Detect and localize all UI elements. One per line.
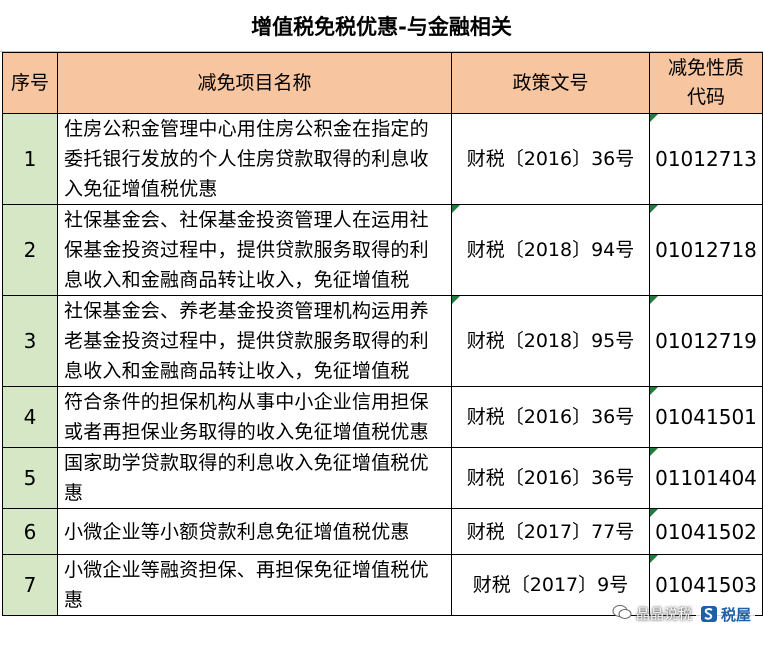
brand-s-icon: [700, 606, 717, 622]
name-cell[interactable]: 住房公积金管理中心用住房公积金在指定的委托银行发放的个人住房贷款取得的利息收入免…: [57, 113, 452, 205]
policy-cell[interactable]: 财税〔2017〕77号: [451, 508, 650, 555]
corner-marker: [452, 205, 460, 213]
corner-marker: [650, 387, 658, 395]
code-cell[interactable]: 01012719: [649, 295, 763, 387]
table-row: 1 住房公积金管理中心用住房公积金在指定的委托银行发放的个人住房贷款取得的利息收…: [2, 113, 763, 205]
name-cell[interactable]: 国家助学贷款取得的利息收入免征增值税优惠: [57, 447, 452, 509]
header-code-line2: 代码: [686, 86, 725, 108]
code-value: 01041501: [655, 405, 757, 429]
policy-value: 财税〔2018〕95号: [466, 330, 635, 352]
table-row: 6 小微企业等小额贷款利息免征增值税优惠 财税〔2017〕77号 0104150…: [2, 508, 763, 555]
corner-marker: [650, 296, 658, 304]
code-value: 01041502: [655, 519, 757, 544]
code-cell[interactable]: 01101404: [649, 447, 763, 509]
header-seq: 序号: [2, 52, 58, 114]
table-row: 5 国家助学贷款取得的利息收入免征增值税优惠 财税〔2016〕36号 01101…: [2, 447, 763, 509]
code-value: 01041503: [655, 573, 757, 597]
seq-cell[interactable]: 6: [2, 508, 58, 555]
table-row: 4 符合条件的担保机构从事中小企业信用担保或者再担保业务取得的收入免征增值税优惠…: [2, 386, 763, 448]
seq-cell[interactable]: 3: [2, 295, 58, 387]
tax-exemption-table: 序号 减免项目名称 政策文号 减免性质代码 1 住房公积金管理中心用住房公积金在…: [2, 52, 763, 616]
policy-cell[interactable]: 财税〔2016〕36号: [451, 386, 650, 448]
brand-logo: 税屋: [695, 603, 755, 625]
seq-cell[interactable]: 2: [2, 204, 58, 296]
policy-cell[interactable]: 财税〔2018〕95号: [451, 295, 650, 387]
code-value: 01012718: [655, 238, 757, 262]
corner-marker: [650, 555, 658, 563]
name-cell[interactable]: 小微企业等小额贷款利息免征增值税优惠: [57, 508, 452, 555]
corner-marker: [650, 205, 658, 213]
seq-cell[interactable]: 7: [2, 554, 58, 616]
code-cell[interactable]: 01041502: [649, 508, 763, 555]
corner-marker: [650, 448, 658, 456]
policy-cell[interactable]: 财税〔2016〕36号: [451, 113, 650, 205]
header-code-line1: 减免性质: [667, 57, 744, 79]
name-cell[interactable]: 小微企业等融资担保、再担保免征增值税优惠: [57, 554, 452, 616]
seq-cell[interactable]: 1: [2, 113, 58, 205]
code-value: 01012719: [655, 329, 757, 353]
code-cell[interactable]: 01012713: [649, 113, 763, 205]
sheet-title: 增值税免税优惠-与金融相关: [0, 0, 763, 52]
table-row: 2 社保基金会、社保基金投资管理人在运用社保基金投资过程中，提供贷款服务取得的利…: [2, 204, 763, 296]
policy-value: 财税〔2018〕94号: [466, 239, 635, 261]
name-cell[interactable]: 符合条件的担保机构从事中小企业信用担保或者再担保业务取得的收入免征增值税优惠: [57, 386, 452, 448]
code-value: 01012713: [655, 147, 757, 171]
seq-cell[interactable]: 5: [2, 447, 58, 509]
corner-marker: [650, 509, 658, 517]
brand-name: 税屋: [720, 605, 751, 624]
table-row: 3 社保基金会、养老基金投资管理机构运用养老基金投资过程中，提供贷款服务取得的利…: [2, 295, 763, 387]
watermark-account: 晶晶说税: [635, 607, 692, 623]
name-cell[interactable]: 社保基金会、养老基金投资管理机构运用养老基金投资过程中，提供贷款服务取得的利息收…: [57, 295, 452, 387]
spreadsheet: 增值税免税优惠-与金融相关 序号 减免项目名称 政策文号 减免性质代码 1 住房…: [0, 0, 763, 660]
code-value: 01101404: [655, 466, 757, 490]
watermark: 晶晶说税 税屋: [608, 600, 759, 628]
code-cell[interactable]: 01012718: [649, 204, 763, 296]
policy-cell[interactable]: 财税〔2018〕94号: [451, 204, 650, 296]
corner-marker: [650, 114, 658, 122]
header-name: 减免项目名称: [57, 52, 452, 114]
corner-marker: [452, 296, 460, 304]
wechat-icon: [612, 604, 632, 624]
seq-cell[interactable]: 4: [2, 386, 58, 448]
header-row: 序号 减免项目名称 政策文号 减免性质代码: [2, 52, 763, 114]
code-cell[interactable]: 01041501: [649, 386, 763, 448]
header-policy: 政策文号: [451, 52, 650, 114]
header-code: 减免性质 代码: [649, 52, 763, 114]
policy-cell[interactable]: 财税〔2016〕36号: [451, 447, 650, 509]
name-cell[interactable]: 社保基金会、社保基金投资管理人在运用社保基金投资过程中，提供贷款服务取得的利息收…: [57, 204, 452, 296]
